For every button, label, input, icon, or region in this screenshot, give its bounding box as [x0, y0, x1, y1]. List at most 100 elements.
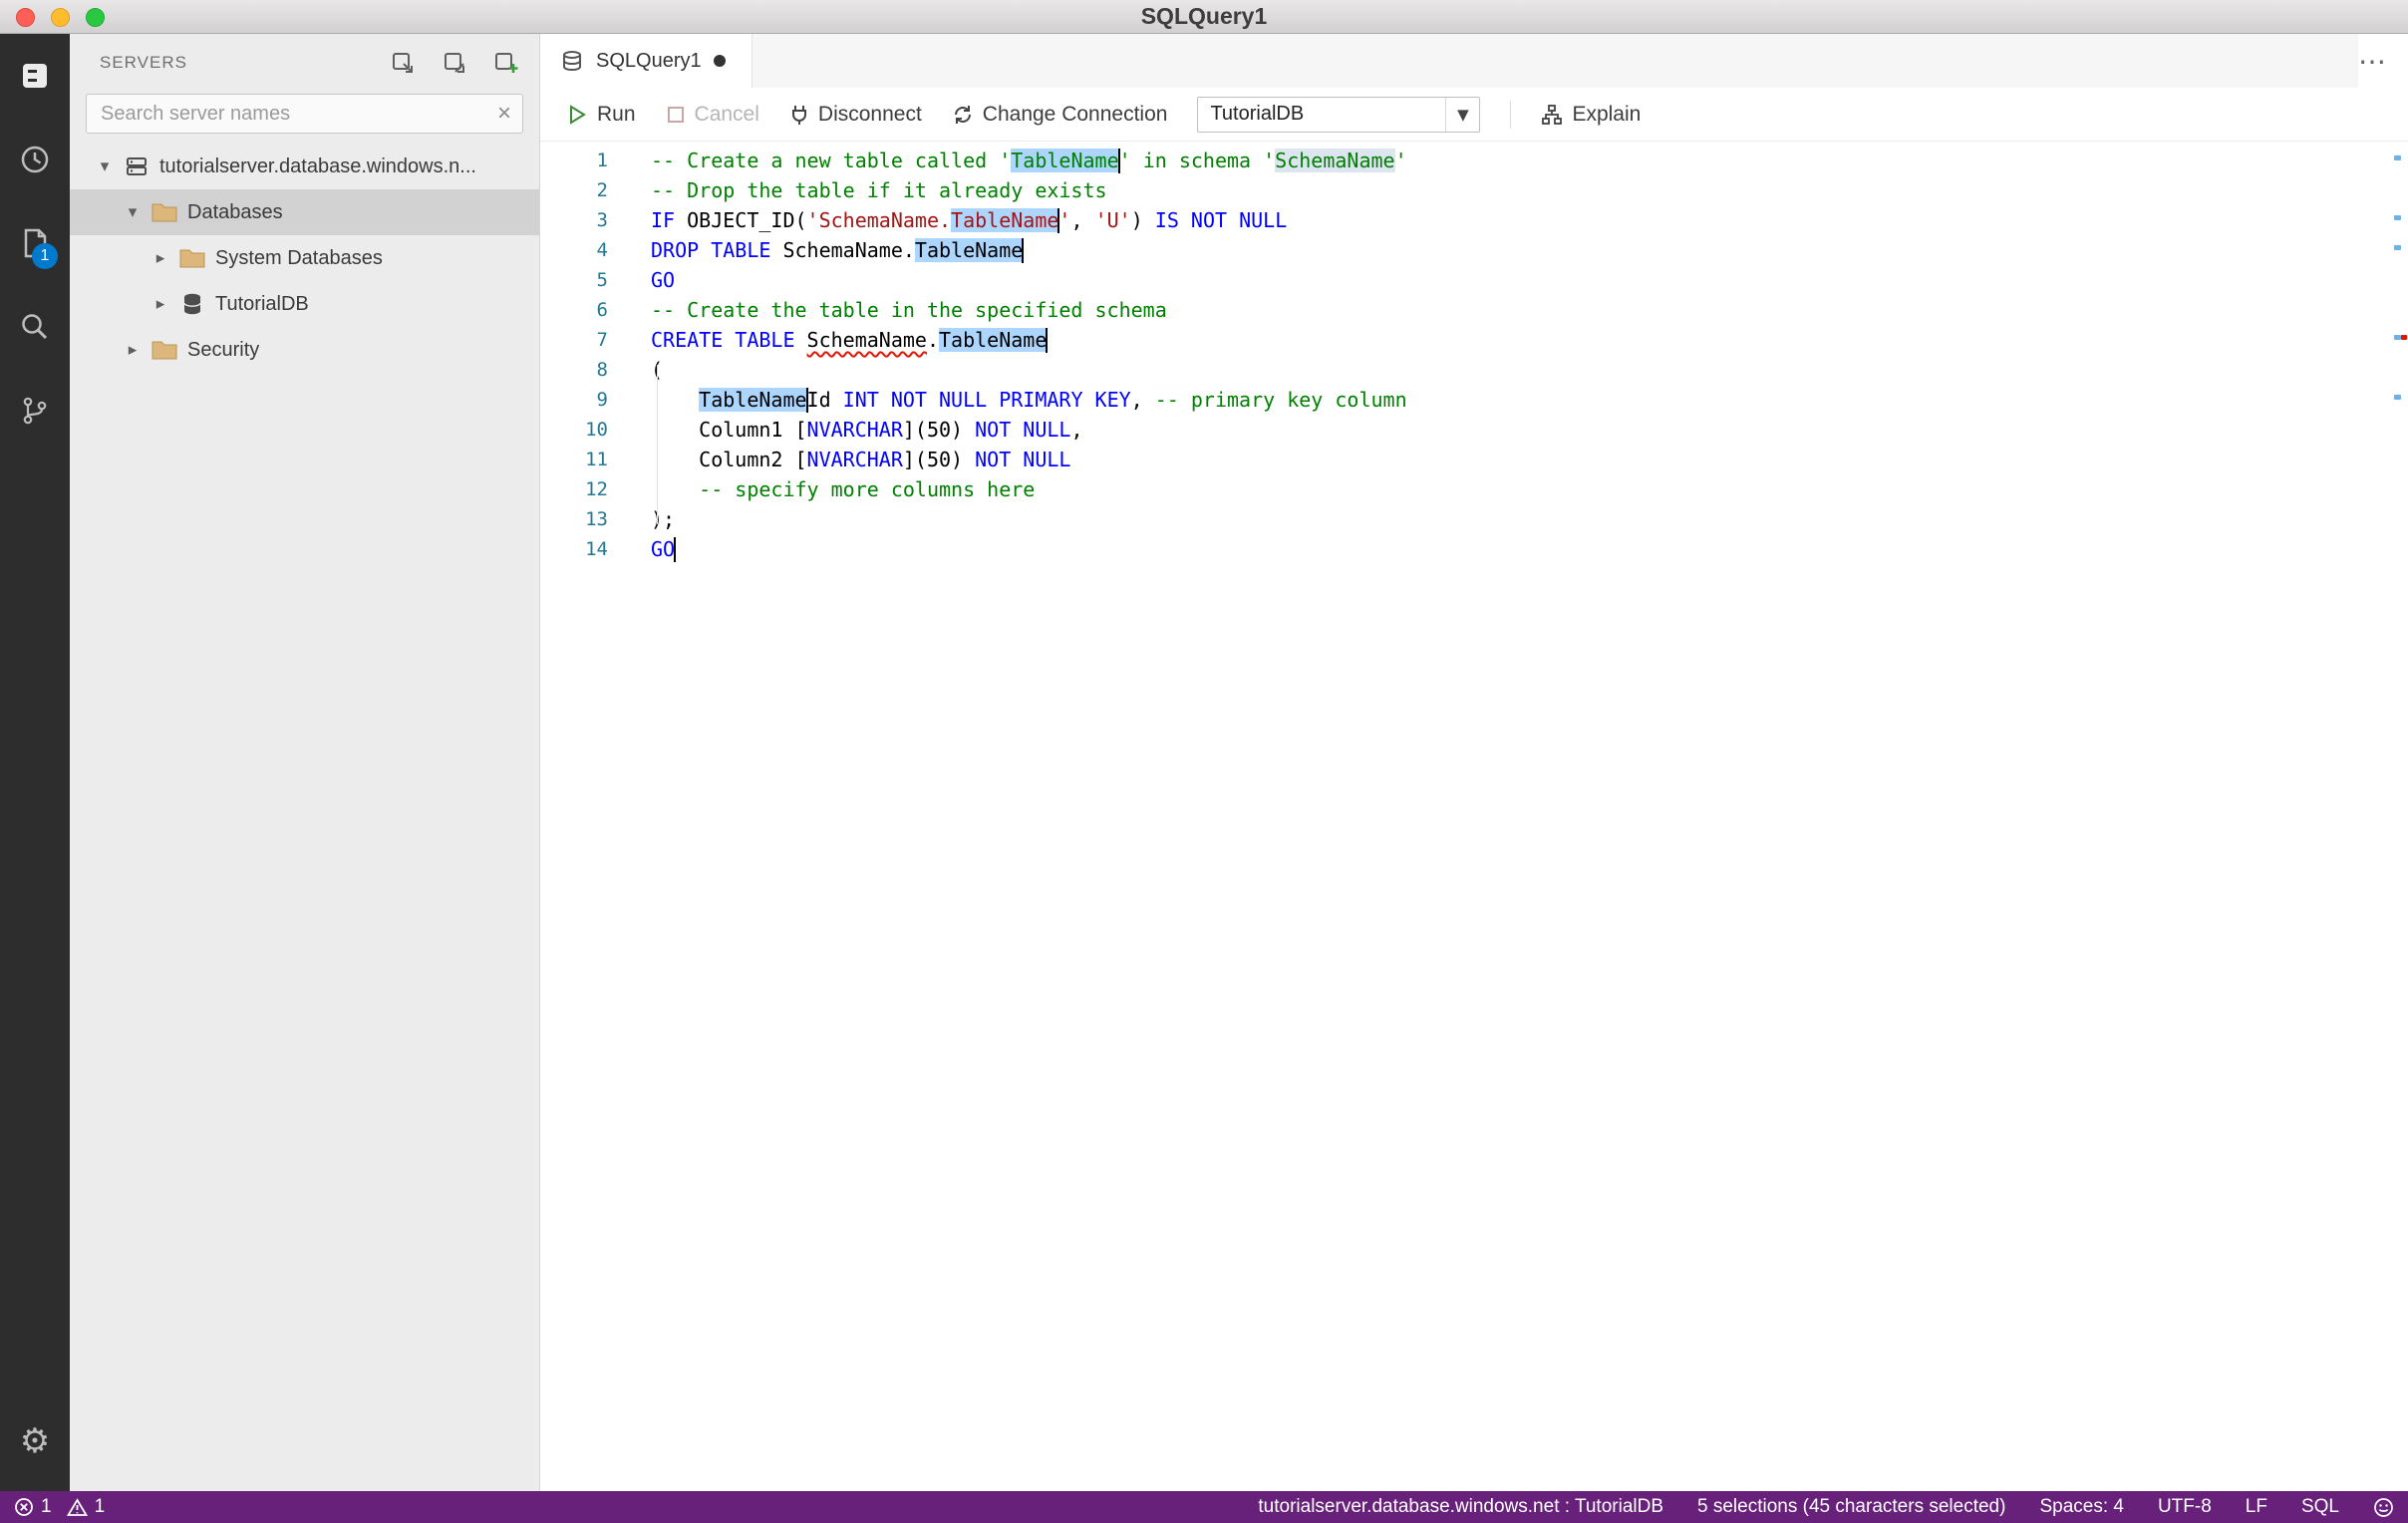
line-number: 10: [585, 419, 608, 441]
code-token: IF: [651, 208, 676, 232]
search-server-input[interactable]: [86, 94, 523, 134]
source-control-activity-button[interactable]: [0, 369, 70, 453]
connection-status[interactable]: tutorialserver.database.windows.net : Tu…: [1258, 1496, 1663, 1518]
indentation-status[interactable]: Spaces: 4: [2039, 1496, 2124, 1518]
task-history-activity-button[interactable]: [0, 118, 70, 201]
code-token: -- Create a new table called ': [651, 149, 1012, 172]
search-icon: [18, 310, 52, 344]
code-editor[interactable]: 1 -- Create a new table called ' TableName…: [540, 142, 2392, 1491]
line-number: 9: [596, 389, 608, 411]
code-token: NOT NULL: [975, 448, 1071, 471]
code-line-6[interactable]: 6 -- Create the table in the specified sc…: [540, 295, 2392, 325]
database-dropdown[interactable]: TutorialDB ▼: [1197, 96, 1481, 133]
close-window-button[interactable]: [16, 8, 35, 27]
code-line-text: );: [651, 504, 675, 534]
code-token: ': [1394, 149, 1407, 172]
code-line-text: -- Create the table in the specified sch…: [651, 295, 1167, 325]
more-actions-button[interactable]: ⋯: [2358, 34, 2408, 88]
query-toolbar: Run Cancel Disconnect Change Connection …: [540, 88, 2408, 142]
window-controls: [16, 8, 105, 27]
clear-search-icon[interactable]: ×: [497, 100, 511, 128]
code-token: .: [926, 328, 940, 352]
code-token: CREATE TABLE: [651, 328, 795, 352]
new-server-group-button[interactable]: [440, 48, 469, 78]
problems-button[interactable]: 1 1: [14, 1496, 105, 1518]
change-connection-icon: [952, 104, 974, 126]
chevron-expanded-icon[interactable]: ▾: [118, 202, 148, 222]
tree-item-tutorialserver-database-windows-n-[interactable]: ▾ tutorialserver.database.windows.n...: [70, 144, 539, 189]
encoding-status[interactable]: UTF-8: [2158, 1496, 2212, 1518]
search-activity-button[interactable]: [0, 285, 70, 369]
tree-item-tutorialdb[interactable]: ▸ TutorialDB: [70, 281, 539, 327]
change-connection-button[interactable]: Change Connection: [952, 103, 1167, 127]
folder-icon: [148, 201, 181, 223]
servers-sidebar: SERVERS Search server names × ▾ tutorial…: [70, 34, 540, 1491]
chevron-expanded-icon[interactable]: ▾: [90, 156, 120, 176]
minimize-window-button[interactable]: [51, 8, 70, 27]
window-title: SQLQuery1: [1140, 3, 1268, 29]
code-line-10[interactable]: 10 Column1 [NVARCHAR](50) NOT NULL,: [540, 415, 2392, 445]
show-active-connections-button[interactable]: [491, 48, 521, 78]
run-button[interactable]: Run: [566, 103, 636, 127]
code-line-9[interactable]: 9 TableNameId INT NOT NULL PRIMARY KEY, …: [540, 385, 2392, 415]
tree-item-label: System Databases: [215, 246, 383, 269]
code-line-1[interactable]: 1 -- Create a new table called 'TableName…: [540, 146, 2392, 175]
code-token: GO: [651, 537, 676, 561]
tab-sqlquery1[interactable]: SQLQuery1: [540, 34, 752, 88]
code-line-5[interactable]: 5 GO: [540, 265, 2392, 295]
text-cursor: [674, 537, 677, 562]
line-number: 11: [585, 449, 608, 470]
ruler-error-mark: [2401, 335, 2407, 340]
code-token: ](50): [902, 418, 976, 442]
cancel-button[interactable]: Cancel: [666, 103, 759, 127]
chevron-collapsed-icon[interactable]: ▸: [146, 248, 175, 268]
code-line-12[interactable]: 12 -- specify more columns here: [540, 474, 2392, 504]
gear-icon: ⚙: [19, 1421, 51, 1461]
zoom-window-button[interactable]: [86, 8, 105, 27]
database-dropdown-value: TutorialDB: [1210, 103, 1305, 125]
tree-item-label: tutorialserver.database.windows.n...: [159, 154, 476, 177]
explorer-activity-button[interactable]: 1: [0, 201, 70, 285]
feedback-button[interactable]: [2373, 1497, 2394, 1518]
overview-ruler[interactable]: [2392, 142, 2408, 1491]
modified-indicator[interactable]: [713, 55, 726, 67]
code-line-7[interactable]: 7 CREATE TABLE SchemaName.TableName: [540, 325, 2392, 355]
chevron-collapsed-icon[interactable]: ▸: [118, 340, 148, 360]
tab-label: SQLQuery1: [596, 49, 702, 72]
code-token: SchemaName: [806, 328, 927, 352]
new-connection-icon: [390, 50, 416, 76]
selection-status[interactable]: 5 selections (45 characters selected): [1697, 1496, 2005, 1518]
toolbar-separator: [1510, 100, 1512, 129]
explain-button[interactable]: Explain: [1541, 103, 1641, 127]
disconnect-button[interactable]: Disconnect: [789, 103, 922, 127]
activity-bar: 1 ⚙: [0, 34, 70, 1491]
code-line-14[interactable]: 14 GO: [540, 534, 2392, 564]
explorer-badge: 1: [32, 243, 58, 269]
line-number: 1: [596, 150, 608, 171]
code-line-3[interactable]: 3 IF OBJECT_ID('SchemaName.TableName', 'U…: [540, 205, 2392, 235]
settings-button[interactable]: ⚙: [0, 1399, 70, 1483]
code-line-2[interactable]: 2 -- Drop the table if it already exists: [540, 175, 2392, 205]
new-connection-button[interactable]: [388, 48, 418, 78]
code-token: ](50): [902, 448, 976, 471]
line-number: 8: [596, 359, 608, 381]
code-token: ,: [1070, 208, 1095, 232]
servers-activity-button[interactable]: [0, 34, 70, 118]
code-line-8[interactable]: 8(: [540, 355, 2392, 385]
tree-item-system-databases[interactable]: ▸ System Databases: [70, 235, 539, 281]
active-connections-icon: [493, 50, 519, 76]
chevron-collapsed-icon[interactable]: ▸: [146, 294, 175, 314]
code-line-11[interactable]: 11 Column2 [NVARCHAR](50) NOT NULL: [540, 445, 2392, 474]
code-token: TableName: [914, 238, 1024, 262]
code-line-4[interactable]: 4 DROP TABLE SchemaName.TableName: [540, 235, 2392, 265]
editor-area: SQLQuery1 ⋯ Run Cancel Disconnect Change…: [540, 34, 2408, 1491]
code-token: Id: [806, 388, 843, 412]
code-token: );: [651, 507, 676, 531]
language-mode-status[interactable]: SQL: [2301, 1496, 2339, 1518]
tree-item-databases[interactable]: ▾ Databases: [70, 189, 539, 235]
eol-status[interactable]: LF: [2246, 1496, 2267, 1518]
smiley-icon: [2373, 1497, 2394, 1518]
line-number: 6: [596, 299, 608, 321]
code-line-13[interactable]: 13);: [540, 504, 2392, 534]
tree-item-security[interactable]: ▸ Security: [70, 327, 539, 373]
